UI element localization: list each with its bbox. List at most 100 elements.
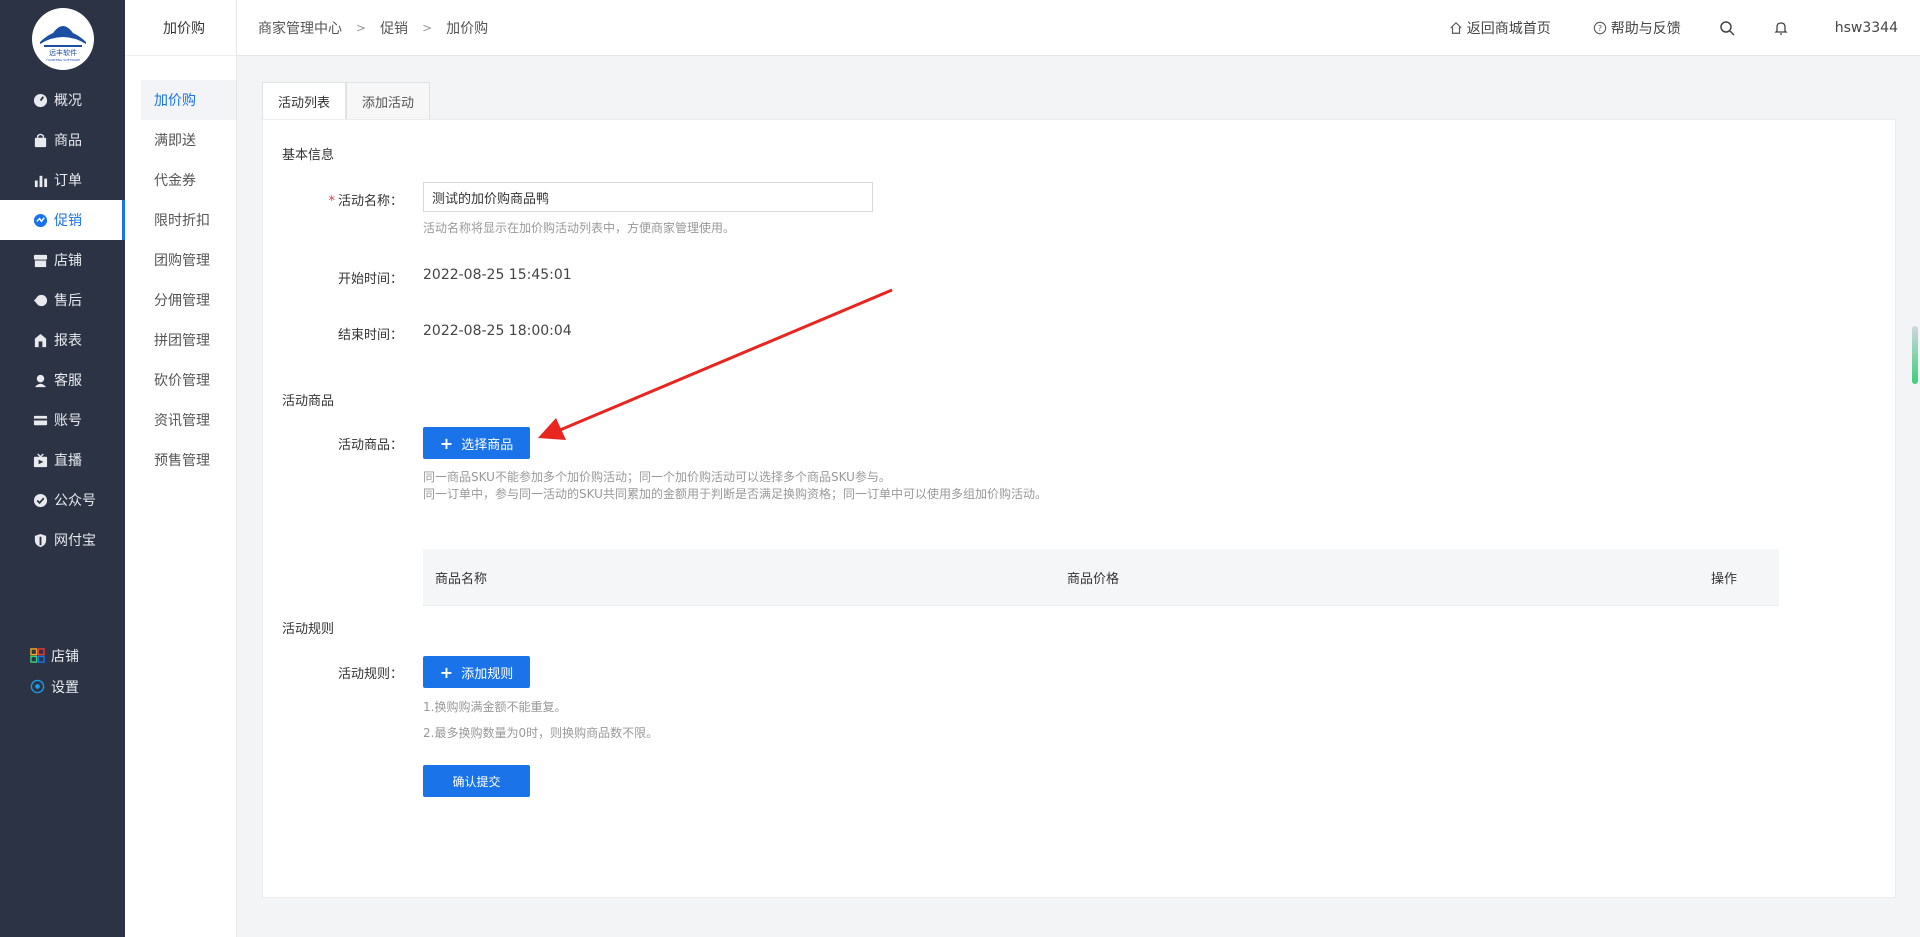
plus-icon: + <box>439 433 454 453</box>
search-button[interactable] <box>1719 20 1735 36</box>
form-panel: 基本信息 *活动名称： 活动名称将显示在加价购活动列表中，方便商家管理使用。 开… <box>262 119 1896 898</box>
goods-table-header: 商品名称 商品价格 操作 <box>423 549 1779 606</box>
header-actions: 返回商城首页 ? 帮助与反馈 hsw3344 <box>1407 0 1898 56</box>
add-rule-button[interactable]: + 添加规则 <box>423 656 530 688</box>
home-link[interactable]: 返回商城首页 <box>1449 18 1551 38</box>
shield-icon <box>32 532 48 548</box>
subnav-item-presale[interactable]: 预售管理 <box>125 440 236 480</box>
breadcrumb: 商家管理中心 > 促销 > 加价购 <box>258 0 488 56</box>
tab-bar: 活动列表 添加活动 <box>262 82 431 120</box>
subnav-item-flash-discount[interactable]: 限时折扣 <box>125 200 236 240</box>
card-icon <box>32 412 48 428</box>
subnav-item-bargain[interactable]: 砍价管理 <box>125 360 236 400</box>
start-time-label: 开始时间： <box>337 272 403 287</box>
activity-name-label-text: 活动名称： <box>337 194 403 209</box>
svg-text:?: ? <box>1598 24 1602 33</box>
activity-name-input[interactable] <box>423 182 873 212</box>
grid-icon <box>29 648 45 664</box>
search-icon <box>1720 21 1735 36</box>
live-icon <box>32 452 48 468</box>
nav-item-report[interactable]: 报表 <box>0 320 125 360</box>
breadcrumb-item: 加价购 <box>446 21 489 37</box>
subbar-title: 加价购 <box>125 0 236 56</box>
subnav-item-voucher[interactable]: 代金券 <box>125 160 236 200</box>
nav-item-aftersale[interactable]: 售后 <box>0 280 125 320</box>
bell-icon <box>1774 22 1788 35</box>
nav-label: 客服 <box>54 373 82 389</box>
nav-item-goods[interactable]: 商品 <box>0 120 125 160</box>
bag-icon <box>32 132 48 148</box>
nav-label: 网付宝 <box>54 533 96 549</box>
settings-icon <box>29 679 45 695</box>
nav-item-settings[interactable]: 设置 <box>0 671 125 702</box>
nav-item-overview[interactable]: 概况 <box>0 80 125 120</box>
rule-hint-2: 2.最多换购数量为0时，则换购商品数不限。 <box>423 726 659 740</box>
nav-item-orders[interactable]: 订单 <box>0 160 125 200</box>
user-menu[interactable]: hsw3344 <box>1835 20 1898 36</box>
nav-item-store[interactable]: 店铺 <box>0 240 125 280</box>
nav-label: 直播 <box>54 453 82 469</box>
select-goods-button[interactable]: + 选择商品 <box>423 427 530 459</box>
subnav-item-commission[interactable]: 分佣管理 <box>125 280 236 320</box>
nav-item-live[interactable]: 直播 <box>0 440 125 480</box>
company-logo[interactable]: 远丰软件 YUANFENG SOFTWARE <box>32 8 94 70</box>
nav-item-official-account[interactable]: 公众号 <box>0 480 125 520</box>
nav-item-promotion[interactable]: 促销 <box>0 200 125 240</box>
dashboard-icon <box>32 92 48 108</box>
bar-chart-icon <box>32 172 48 188</box>
notification-button[interactable] <box>1773 20 1789 36</box>
section-activity-rules: 活动规则 <box>282 622 335 637</box>
nav-label: 店铺 <box>51 648 79 665</box>
section-basic-info: 基本信息 <box>282 148 335 163</box>
plus-icon: + <box>439 662 454 682</box>
nav-label: 促销 <box>54 213 82 229</box>
scrollbar-thumb[interactable] <box>1912 326 1918 384</box>
chevron-right-icon: > <box>422 21 433 35</box>
end-time-value: 2022-08-25 18:00:04 <box>423 323 572 339</box>
column-actions: 操作 <box>1710 571 1737 587</box>
start-time-value: 2022-08-25 15:45:01 <box>423 267 572 283</box>
column-goods-price: 商品价格 <box>1067 571 1120 587</box>
section-activity-goods: 活动商品 <box>282 394 335 409</box>
select-goods-label: 选择商品 <box>461 437 514 453</box>
logo-text: 远丰软件 <box>49 48 77 57</box>
service-icon <box>32 372 48 388</box>
activity-goods-label: 活动商品： <box>337 438 403 453</box>
sidebar-bottom-nav: 店铺 设置 <box>0 640 125 702</box>
subnav-item-jiajiagou[interactable]: 加价购 <box>141 80 236 120</box>
nav-item-account[interactable]: 账号 <box>0 400 125 440</box>
help-circle-icon: ? <box>1593 21 1606 35</box>
report-icon <box>32 332 48 348</box>
breadcrumb-item[interactable]: 促销 <box>380 18 408 38</box>
store-icon <box>32 252 48 268</box>
goods-hint-1: 同一商品SKU不能参加多个加价购活动；同一个加价购活动可以选择多个商品SKU参与… <box>423 470 891 484</box>
goods-hint-2: 同一订单中，参与同一活动的SKU共同累加的金额用于判断是否满足换购资格；同一订单… <box>423 487 1047 501</box>
submit-button[interactable]: 确认提交 <box>423 765 530 797</box>
breadcrumb-item[interactable]: 商家管理中心 <box>258 18 342 38</box>
nav-label: 报表 <box>54 333 82 349</box>
rule-hint-1: 1.换购购满金额不能重复。 <box>423 700 567 714</box>
nav-item-customer-service[interactable]: 客服 <box>0 360 125 400</box>
nav-label: 店铺 <box>54 253 82 269</box>
main-content: 活动列表 添加活动 基本信息 *活动名称： 活动名称将显示在加价购活动列表中，方… <box>262 82 1896 898</box>
subnav-item-news[interactable]: 资讯管理 <box>125 400 236 440</box>
nav-label: 账号 <box>54 413 82 429</box>
subnav-item-group-buy[interactable]: 团购管理 <box>125 240 236 280</box>
nav-item-store-grid[interactable]: 店铺 <box>0 640 125 671</box>
nav-label: 设置 <box>51 679 79 696</box>
nav-label: 售后 <box>54 293 82 309</box>
help-link[interactable]: ? 帮助与反馈 <box>1593 18 1681 38</box>
tab-activity-list[interactable]: 活动列表 <box>262 82 347 120</box>
activity-rules-label: 活动规则： <box>337 667 403 682</box>
subnav-item-pintuan[interactable]: 拼团管理 <box>125 320 236 360</box>
logo-subtext: YUANFENG SOFTWARE <box>46 58 80 62</box>
activity-name-hint: 活动名称将显示在加价购活动列表中，方便商家管理使用。 <box>423 221 736 235</box>
add-rule-label: 添加规则 <box>461 666 514 682</box>
nav-item-wangfubao[interactable]: 网付宝 <box>0 520 125 560</box>
required-mark: * <box>328 194 335 209</box>
primary-nav: 概况 商品 订单 促销 店铺 售后 报表 客服 账号 直播 公众号 网付宝 <box>0 80 125 560</box>
primary-sidebar: 远丰软件 YUANFENG SOFTWARE 概况 商品 订单 促销 店铺 售后 <box>0 0 125 937</box>
tab-add-activity[interactable]: 添加活动 <box>346 82 431 120</box>
badge-check-icon <box>32 492 48 508</box>
subnav-item-full-gift[interactable]: 满即送 <box>125 120 236 160</box>
